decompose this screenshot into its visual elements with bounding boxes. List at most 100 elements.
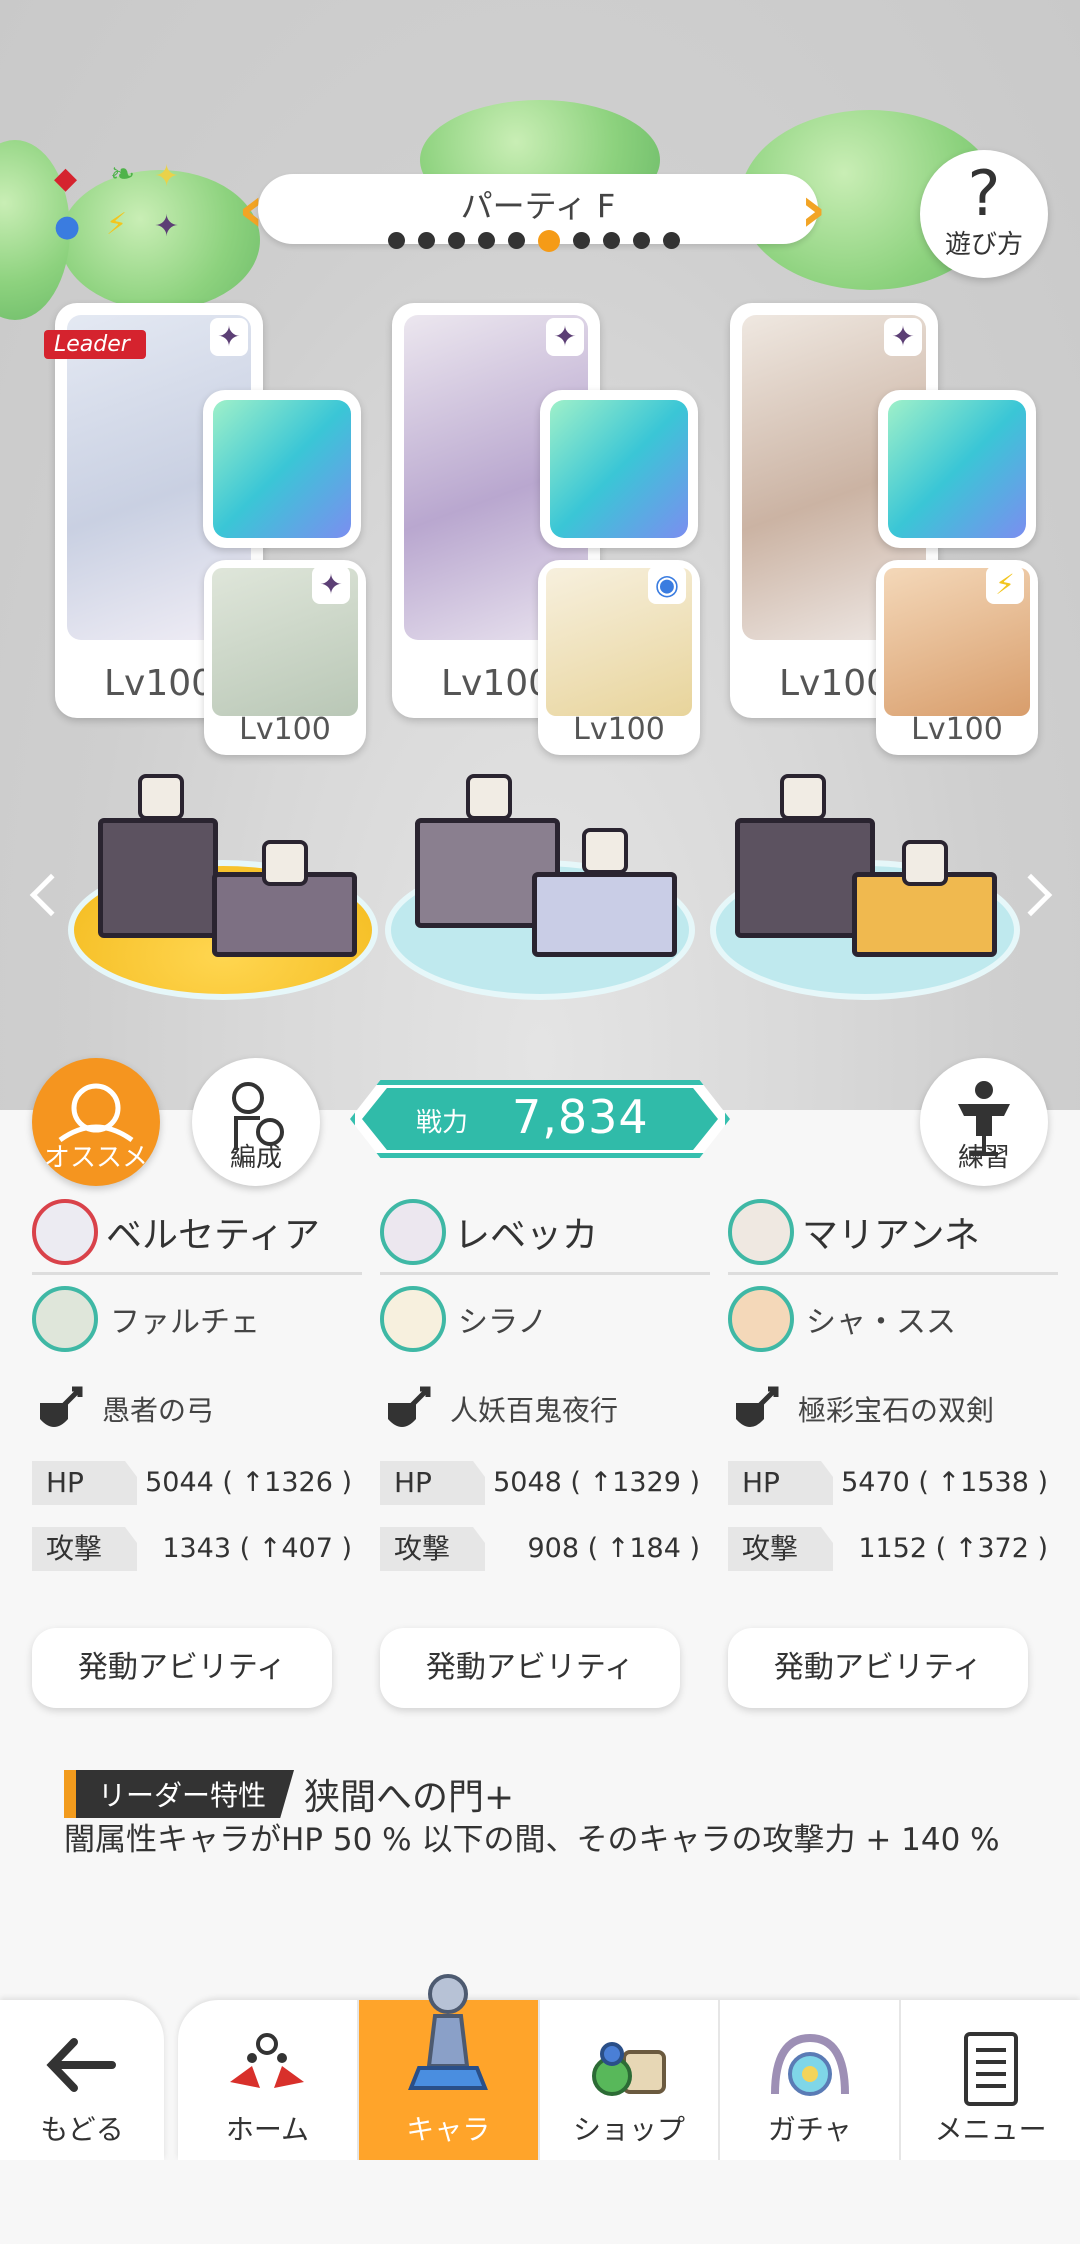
character-sprite bbox=[138, 774, 184, 820]
weapon-row[interactable]: 愚者の弓 bbox=[32, 1377, 362, 1441]
divider bbox=[380, 1272, 710, 1275]
hp-value: 5048 ( ↑1329 ) bbox=[493, 1467, 700, 1498]
main-character-row[interactable]: マリアンネ bbox=[728, 1199, 1058, 1265]
sub-level: Lv100 bbox=[911, 712, 1003, 747]
main-character-row[interactable]: ベルセティア bbox=[32, 1199, 362, 1265]
avatar bbox=[728, 1199, 794, 1265]
formation-label: 編成 bbox=[229, 1143, 282, 1173]
weapon-slot-1[interactable] bbox=[203, 390, 361, 548]
weapon-name: 愚者の弓 bbox=[102, 1394, 215, 1427]
character-sprite bbox=[466, 774, 512, 820]
page-dot[interactable] bbox=[663, 232, 680, 249]
formation-button[interactable]: 編成 bbox=[192, 1058, 320, 1186]
tab-chara[interactable]: キャラ bbox=[356, 1974, 538, 2160]
back-button[interactable]: もどる bbox=[0, 2000, 164, 2160]
sub-level: Lv100 bbox=[573, 712, 665, 747]
page-dot-active[interactable] bbox=[538, 230, 560, 252]
page-dot[interactable] bbox=[508, 232, 525, 249]
party-title: パーティ F bbox=[460, 187, 616, 225]
weapon-row[interactable]: 極彩宝石の双剣 bbox=[728, 1377, 1058, 1441]
divider bbox=[32, 1272, 362, 1275]
hp-stat: HP 5048 ( ↑1329 ) bbox=[380, 1461, 710, 1505]
member-column-3: マリアンネ シャ・スス 極彩宝石の双剣 HP 5470 ( ↑1538 ) 攻撃… bbox=[728, 1199, 1058, 1571]
element-wheel-icon[interactable]: ◆ ❧ ✦ ● ⚡ ✦ bbox=[50, 160, 190, 250]
attack-stat: 攻撃 1343 ( ↑407 ) bbox=[32, 1527, 362, 1571]
weapon-row[interactable]: 人妖百鬼夜行 bbox=[380, 1377, 710, 1441]
recommend-button[interactable]: オススメ bbox=[32, 1058, 160, 1186]
page-dot[interactable] bbox=[633, 232, 650, 249]
weapon-shield-icon bbox=[388, 1386, 431, 1427]
page-dot[interactable] bbox=[603, 232, 620, 249]
next-party-chevron-icon[interactable]: › bbox=[800, 178, 826, 242]
power-display: 戦力 7,834 bbox=[350, 1080, 730, 1158]
practice-button[interactable]: 練習 bbox=[920, 1058, 1048, 1186]
bottom-navigation: もどる ホーム キャラ ショップ ガチャ メニュー bbox=[0, 1974, 1080, 2244]
sub-character-row[interactable]: シラノ bbox=[380, 1286, 710, 1352]
ability-button-2[interactable]: 発動アビリティ bbox=[380, 1628, 680, 1708]
prev-party-arrow-icon[interactable] bbox=[29, 873, 73, 917]
character-icon bbox=[408, 1974, 489, 2090]
practice-label: 練習 bbox=[957, 1143, 1010, 1173]
sub-character-row[interactable]: ファルチェ bbox=[32, 1286, 362, 1352]
pedestal-block bbox=[532, 872, 677, 957]
avatar bbox=[32, 1286, 98, 1352]
power-label: 戦力 bbox=[416, 1108, 469, 1138]
tab-home[interactable]: ホーム bbox=[178, 2000, 357, 2160]
tab-label: ガチャ bbox=[767, 2113, 852, 2146]
pedestal-block bbox=[98, 818, 218, 938]
page-dot[interactable] bbox=[573, 232, 590, 249]
ability-button-1[interactable]: 発動アビリティ bbox=[32, 1628, 332, 1708]
tab-label: メニュー bbox=[934, 2113, 1047, 2146]
main-character-name: ベルセティア bbox=[106, 1215, 320, 1256]
tab-menu[interactable]: メニュー bbox=[899, 2000, 1080, 2160]
sub-character-name: シラノ bbox=[458, 1305, 548, 1340]
thunder-element-icon: ⚡ bbox=[986, 566, 1024, 604]
water-element-icon: ◉ bbox=[648, 566, 686, 604]
next-party-arrow-icon[interactable] bbox=[1009, 873, 1053, 917]
nav-tabs: ホーム キャラ ショップ ガチャ メニュー bbox=[178, 1974, 1080, 2160]
page-dot[interactable] bbox=[448, 232, 465, 249]
ability-button-3[interactable]: 発動アビリティ bbox=[728, 1628, 1028, 1708]
help-button[interactable]: ? 遊び方 bbox=[920, 150, 1048, 278]
tab-shop[interactable]: ショップ bbox=[537, 2000, 719, 2160]
party-page-dots bbox=[388, 230, 680, 252]
attack-stat: 攻撃 908 ( ↑184 ) bbox=[380, 1527, 710, 1571]
avatar bbox=[380, 1199, 446, 1265]
party-stage: ◆ ❧ ✦ ● ⚡ ✦ ‹ パーティ F › ? 遊び方 Lv100 ✦ Lea… bbox=[0, 0, 1080, 1110]
main-character-name: レベッカ bbox=[454, 1215, 599, 1256]
leader-trait-tag: リーダー特性 bbox=[64, 1770, 295, 1818]
dual-swords-weapon-icon bbox=[888, 400, 1026, 538]
dark-element-icon: ✦ bbox=[312, 566, 350, 604]
member-column-2: レベッカ シラノ 人妖百鬼夜行 HP 5048 ( ↑1329 ) 攻撃 908… bbox=[380, 1199, 710, 1571]
page-dot[interactable] bbox=[388, 232, 405, 249]
back-label: もどる bbox=[40, 2113, 124, 2146]
page-dot[interactable] bbox=[478, 232, 495, 249]
leader-badge: Leader bbox=[44, 330, 146, 359]
sub-character-name: シャ・スス bbox=[806, 1305, 956, 1340]
main-character-row[interactable]: レベッカ bbox=[380, 1199, 710, 1265]
attack-label: 攻撃 bbox=[380, 1527, 506, 1571]
avatar bbox=[32, 1199, 98, 1265]
attack-value: 1343 ( ↑407 ) bbox=[162, 1533, 352, 1564]
weapon-slot-2[interactable] bbox=[540, 390, 698, 548]
dark-element-icon: ✦ bbox=[884, 318, 922, 356]
bottom-bar bbox=[0, 2160, 1080, 2244]
sub-character-name: ファルチェ bbox=[110, 1305, 260, 1340]
leader-trait-description: 闇属性キャラがHP 50 % 以下の間、そのキャラの攻撃力 + 140 % bbox=[64, 1822, 1000, 1858]
leader-trait-name: 狭間への門+ bbox=[304, 1777, 515, 1818]
home-icon bbox=[230, 2033, 305, 2088]
tab-label: キャラ bbox=[406, 2113, 491, 2146]
weapon-slot-3[interactable] bbox=[878, 390, 1036, 548]
weapon-shield-icon bbox=[736, 1386, 779, 1427]
attack-label: 攻撃 bbox=[32, 1527, 158, 1571]
attack-value: 908 ( ↑184 ) bbox=[527, 1533, 700, 1564]
hp-stat: HP 5470 ( ↑1538 ) bbox=[728, 1461, 1058, 1505]
power-value: 7,834 bbox=[512, 1090, 649, 1144]
tab-gacha[interactable]: ガチャ bbox=[718, 2000, 899, 2160]
power-inner: 戦力 7,834 bbox=[362, 1088, 718, 1150]
page-dot[interactable] bbox=[418, 232, 435, 249]
help-label: 遊び方 bbox=[944, 230, 1023, 260]
sub-character-row[interactable]: シャ・スス bbox=[728, 1286, 1058, 1352]
character-sprite bbox=[902, 840, 948, 886]
divider bbox=[728, 1272, 1058, 1275]
